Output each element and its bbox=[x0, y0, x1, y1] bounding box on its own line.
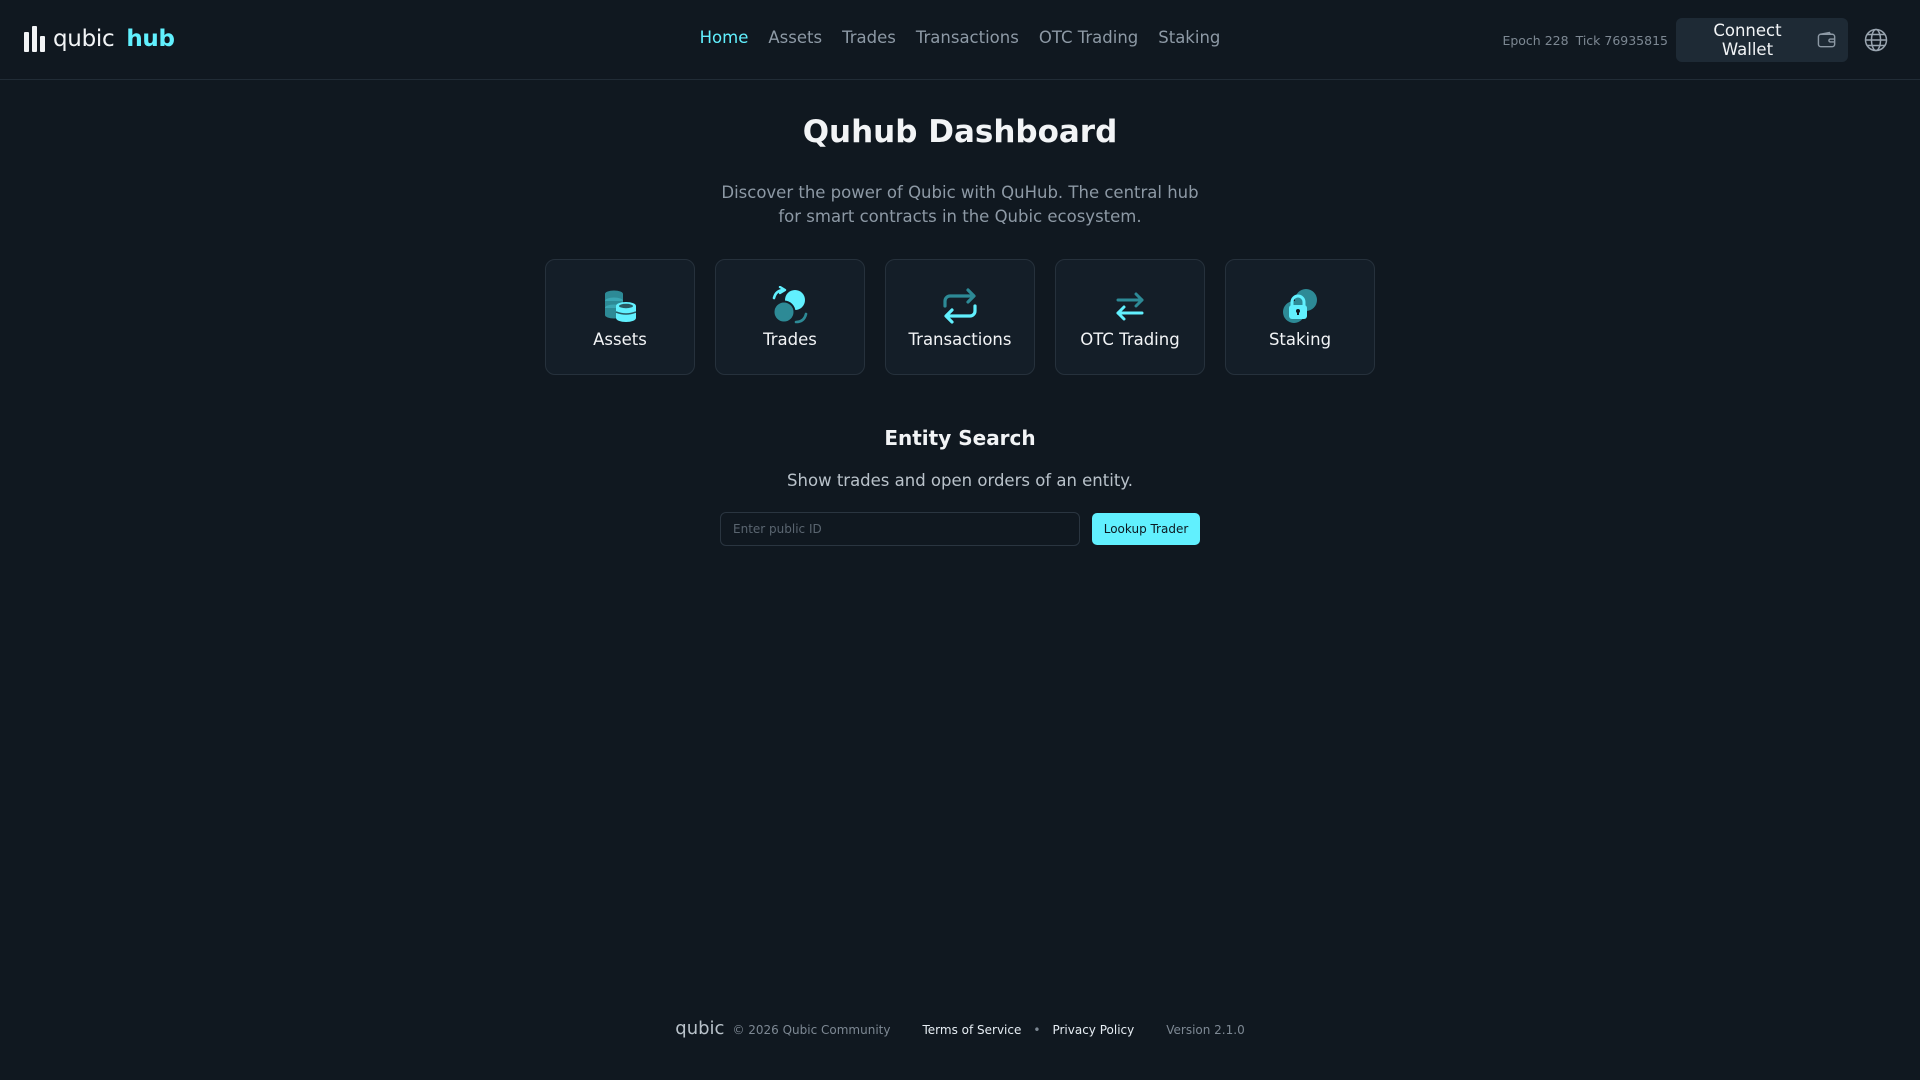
nav-assets[interactable]: Assets bbox=[768, 28, 822, 47]
card-assets[interactable]: Assets bbox=[545, 259, 695, 375]
card-trades[interactable]: Trades bbox=[715, 259, 865, 375]
card-label: Trades bbox=[763, 330, 817, 349]
feature-cards: Assets Trades Transactions OTC Trading S… bbox=[545, 259, 1375, 375]
nav-home[interactable]: Home bbox=[700, 28, 749, 47]
exchange-coins-icon bbox=[772, 286, 808, 324]
lookup-trader-button[interactable]: Lookup Trader bbox=[1092, 513, 1200, 545]
card-label: Transactions bbox=[908, 330, 1012, 349]
card-label: Staking bbox=[1268, 330, 1332, 349]
qubic-logo-icon bbox=[24, 26, 45, 52]
card-otc-trading[interactable]: OTC Trading bbox=[1055, 259, 1205, 375]
card-transactions[interactable]: Transactions bbox=[885, 259, 1035, 375]
footer-copyright: © 2026 Qubic Community bbox=[732, 1023, 891, 1037]
nav-staking[interactable]: Staking bbox=[1158, 28, 1220, 47]
logo-accent-text: hub bbox=[126, 26, 175, 52]
nav-otc-trading[interactable]: OTC Trading bbox=[1039, 28, 1138, 47]
lock-coin-icon bbox=[1283, 289, 1317, 323]
wallet-icon bbox=[1817, 31, 1836, 48]
card-staking[interactable]: Staking bbox=[1225, 259, 1375, 375]
footer: qubic © 2026 Qubic Community Terms of Se… bbox=[0, 1018, 1920, 1039]
app-version: Version 2.1.0 bbox=[1166, 1023, 1245, 1037]
swap-arrows-icon bbox=[1116, 292, 1144, 321]
qubic-hub-logo[interactable]: qubic hub bbox=[24, 22, 175, 56]
globe-icon[interactable] bbox=[1864, 28, 1888, 52]
entity-search-description: Show trades and open orders of an entity… bbox=[787, 471, 1133, 490]
terms-of-service-link[interactable]: Terms of Service bbox=[922, 1023, 1021, 1037]
tick-value: Tick 76935815 bbox=[1575, 33, 1668, 48]
logo-text: qubic bbox=[53, 26, 115, 52]
epoch-tick-info: Epoch 228 Tick 76935815 bbox=[1502, 33, 1668, 48]
connect-wallet-button[interactable]: Connect Wallet bbox=[1676, 18, 1848, 62]
nav-transactions[interactable]: Transactions bbox=[916, 28, 1019, 47]
top-header: qubic hub Home Assets Trades Transactions… bbox=[0, 0, 1920, 80]
page: qubic hub Home Assets Trades Transactions… bbox=[0, 0, 1920, 1080]
card-label: Assets bbox=[593, 330, 647, 349]
page-title: Quhub Dashboard bbox=[802, 114, 1118, 150]
footer-logo: qubic bbox=[675, 1018, 725, 1039]
privacy-policy-link[interactable]: Privacy Policy bbox=[1052, 1023, 1134, 1037]
repeat-arrows-icon bbox=[943, 288, 977, 324]
epoch-value: Epoch 228 bbox=[1502, 33, 1569, 48]
entity-search-title: Entity Search bbox=[884, 426, 1036, 450]
card-label: OTC Trading bbox=[1080, 330, 1180, 349]
public-id-input[interactable] bbox=[720, 512, 1080, 546]
nav-trades[interactable]: Trades bbox=[842, 28, 896, 47]
footer-separator: • bbox=[1033, 1023, 1041, 1037]
coins-stack-icon bbox=[605, 290, 637, 322]
connect-wallet-label: Connect Wallet bbox=[1713, 21, 1782, 59]
page-subtitle: Discover the power of Qubic with QuHub. … bbox=[721, 183, 1199, 226]
